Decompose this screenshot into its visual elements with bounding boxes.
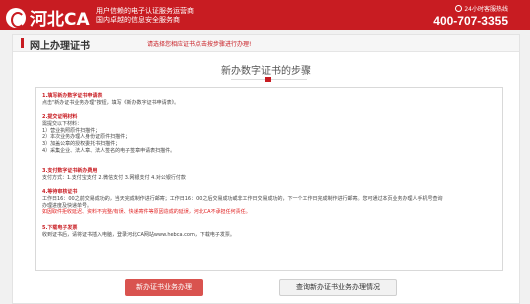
step-line: 点击"新办证书业务办理"按钮，填写《新办数字证书申请表》。 <box>42 99 180 106</box>
hebca-logo[interactable]: 河北CA <box>6 5 90 30</box>
steps-title: 新办数字证书的步骤 <box>221 66 311 77</box>
step-line: 3）加盖公章的授权委托书扫描件； <box>42 141 121 148</box>
header-slogan: 用户信赖的电子认证服务运营商 国内卓越的信息安全服务商 <box>96 7 194 25</box>
step-5: 5.下载电子发票 收到证书后，请将证书插入电脑，登录河北CA网站www.hebc… <box>42 225 498 239</box>
step-heading: 4.等待审核证书 <box>42 189 78 195</box>
step-line: 工作日16：00之前交易成功的，当天完成制作进行邮寄；工作日16：00之后交易成… <box>42 195 443 202</box>
phone-icon <box>455 5 463 12</box>
header-bar: 河北CA 用户信赖的电子认证服务运营商 国内卓越的信息安全服务商 24小时客服热… <box>0 0 530 30</box>
step-line: 支付方式：1.支付宝支付 2.微信支付 3.网银支付 4.对公银行付款 <box>42 174 186 181</box>
step-1: 1.填写新办数字证书申请表 点击"新办证书业务办理"按钮，填写《新办数字证书申请… <box>42 93 498 107</box>
ca-logo-icon <box>6 7 26 28</box>
step-warning: 如因取件拒收延迟、资料不完整/有误、快递寄件等原因造成的延误，河北CA不承担任何… <box>42 209 251 216</box>
panel-title: 网上办理证书 <box>30 41 90 52</box>
apply-new-certificate-button[interactable]: 新办证书业务办理 <box>125 279 203 296</box>
step-line: 收到证书后，请将证书插入电脑，登录河北CA网站www.hebca.com，下载电… <box>42 231 235 238</box>
title-accent-bar <box>21 38 24 48</box>
step-heading: 1.填写新办数字证书申请表 <box>42 93 103 99</box>
query-progress-button[interactable]: 查询新办证书业务办理情况 <box>279 279 397 296</box>
step-3: 3.支付数字证书新办费用 支付方式：1.支付宝支付 2.微信支付 3.网银支付 … <box>42 168 498 182</box>
step-heading: 3.支付数字证书新办费用 <box>42 168 98 174</box>
online-certificate-panel: 网上办理证书 请选择您相应证书点击按步骤进行办理! 新办数字证书的步骤 1.填写… <box>12 34 520 304</box>
step-4: 4.等待审核证书 工作日16：00之前交易成功的，当天完成制作进行邮寄；工作日1… <box>42 189 498 216</box>
title-divider-mark <box>265 77 271 82</box>
panel-header: 网上办理证书 请选择您相应证书点击按步骤进行办理! <box>13 35 519 52</box>
slogan-line-1: 用户信赖的电子认证服务运营商 <box>96 7 194 15</box>
step-heading: 2.提交证明材料 <box>42 114 78 120</box>
hotline-label: 24小时客服热线 <box>455 4 508 13</box>
step-2: 2.提交证明材料 需提交以下材料： 1）营业执照原件扫描件； 2）本次业务办理人… <box>42 114 498 155</box>
panel-hint: 请选择您相应证书点击按步骤进行办理! <box>147 41 252 48</box>
steps-box: 1.填写新办数字证书申请表 点击"新办证书业务办理"按钮，填写《新办数字证书申请… <box>35 87 503 271</box>
hotline-number: 400-707-3355 <box>433 14 508 28</box>
step-line: 需提交以下材料： <box>42 120 83 127</box>
step-heading: 5.下载电子发票 <box>42 225 78 231</box>
step-line: 4）采集企业、法人章、法人签名的电子签章申请表扫描件。 <box>42 147 176 154</box>
slogan-line-2: 国内卓越的信息安全服务商 <box>96 16 180 24</box>
logo-text: 河北CA <box>30 10 90 30</box>
hotline-label-text: 24小时客服热线 <box>464 6 508 13</box>
